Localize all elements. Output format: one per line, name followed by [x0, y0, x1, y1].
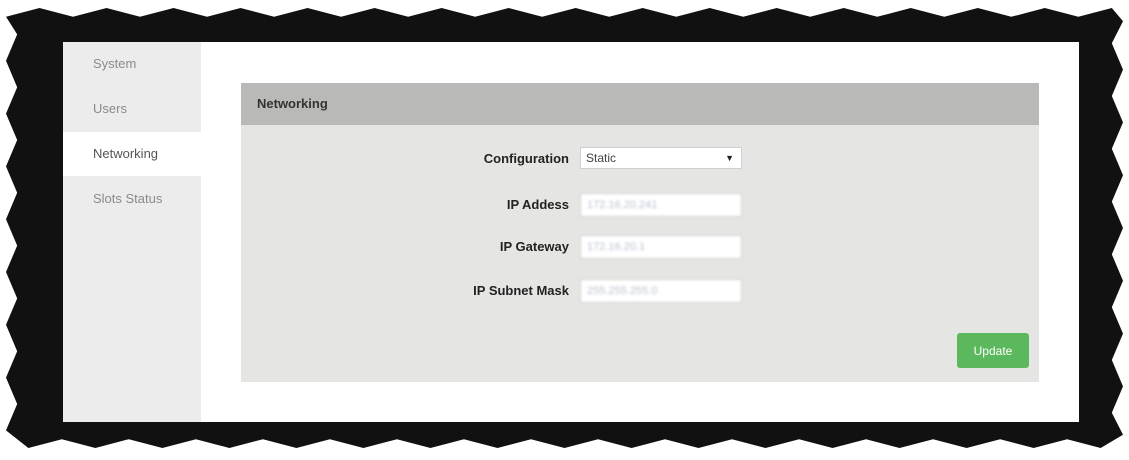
panel-title: Networking: [241, 83, 1039, 125]
sidebar: System Users Networking Slots Status: [63, 42, 201, 422]
sidebar-item-users[interactable]: Users: [63, 87, 201, 131]
ip-gateway-input[interactable]: [580, 235, 742, 259]
ip-address-row: IP Addess: [241, 193, 1039, 217]
ip-subnet-mask-input[interactable]: [580, 279, 742, 303]
caret-down-icon: ▼: [725, 153, 734, 163]
ip-address-label: IP Addess: [506, 197, 569, 212]
sidebar-item-system[interactable]: System: [63, 42, 201, 86]
ip-gateway-row: IP Gateway: [241, 235, 1039, 259]
configuration-label: Configuration: [483, 151, 569, 166]
update-button[interactable]: Update: [957, 333, 1029, 368]
ip-address-input[interactable]: [580, 193, 742, 217]
sidebar-item-slots-status[interactable]: Slots Status: [63, 177, 201, 221]
ip-subnet-mask-row: IP Subnet Mask: [241, 279, 1039, 303]
ip-subnet-mask-label: IP Subnet Mask: [473, 283, 569, 298]
sidebar-item-networking[interactable]: Networking: [63, 132, 201, 176]
ip-gateway-label: IP Gateway: [499, 239, 569, 254]
configuration-row: Configuration Static ▼: [241, 147, 1039, 171]
configuration-select[interactable]: Static ▼: [580, 147, 742, 169]
networking-panel: Networking Configuration Static ▼ IP Add…: [241, 83, 1039, 382]
configuration-value: Static: [586, 151, 617, 165]
app-window: System Users Networking Slots Status Net…: [63, 42, 1079, 422]
